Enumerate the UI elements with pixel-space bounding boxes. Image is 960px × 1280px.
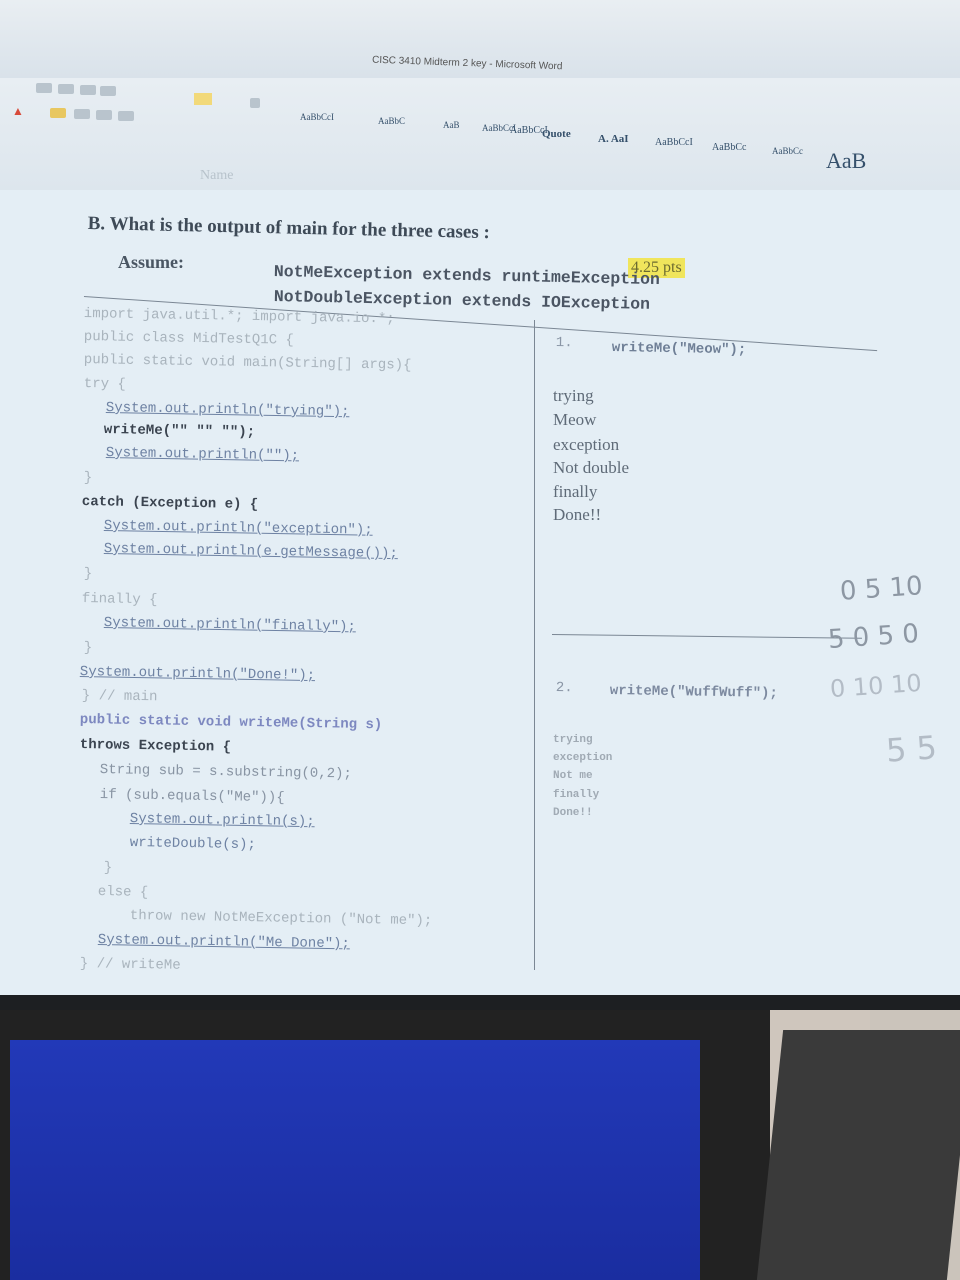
case-2-call: writeMe("WuffWuff"); xyxy=(609,683,779,702)
case-1-call: writeMe("Meow"); xyxy=(611,340,747,359)
style-no-spacing[interactable]: AaBbC xyxy=(378,116,405,126)
side-monitor xyxy=(756,1030,960,1280)
window-title: CISC 3410 Midterm 2 key - Microsoft Word xyxy=(371,54,563,73)
code-line: finally { xyxy=(81,591,158,609)
case-1-output-line: Done!! xyxy=(553,505,602,524)
handwritten-score: 5 0 5 0 xyxy=(827,618,920,656)
handwritten-score: 0 5 10 xyxy=(839,571,924,607)
style-strong[interactable]: AaBbCc xyxy=(772,146,803,156)
case-2-output-line: exception xyxy=(553,752,613,764)
ribbon xyxy=(0,78,960,191)
code-line: else { xyxy=(97,884,149,901)
style-subtle[interactable]: AaBbCcI xyxy=(655,137,693,148)
case-1-output-line: exception xyxy=(553,435,620,454)
redo-icon[interactable] xyxy=(58,84,74,94)
code-line: } xyxy=(103,860,113,877)
title-bar: CISC 3410 Midterm 2 key - Microsoft Word xyxy=(0,0,960,78)
case-2-output-line: Done!! xyxy=(553,807,593,819)
undo-icon[interactable] xyxy=(36,83,52,93)
repeat-icon[interactable] xyxy=(80,85,96,95)
case-1-number: 1. xyxy=(555,335,573,352)
highlight-color-icon[interactable] xyxy=(194,93,212,105)
case-2-output-line: finally xyxy=(553,789,600,801)
case-1-output-line: Not double xyxy=(553,458,630,477)
style-heading-1[interactable]: AaB xyxy=(443,120,460,130)
code-line: System.out.println(""); xyxy=(105,445,300,465)
code-line: System.out.println(s); xyxy=(129,811,315,831)
style-normal[interactable]: AaBbCcI xyxy=(300,112,334,122)
code-line: catch (Exception e) { xyxy=(81,494,259,514)
font-color-icon[interactable]: ▲ xyxy=(12,104,24,118)
style-heading-large[interactable]: AaB xyxy=(826,148,866,174)
code-line: } xyxy=(83,640,93,657)
copy-icon[interactable] xyxy=(100,86,116,96)
handwritten-score: 5 5 xyxy=(884,728,939,770)
table-column-divider xyxy=(534,320,535,970)
code-line: throws Exception { xyxy=(79,737,232,756)
align-left-icon[interactable] xyxy=(74,109,90,119)
code-line: writeMe("" "" ""); xyxy=(103,422,256,441)
code-line: } // writeMe xyxy=(79,956,181,974)
name-field: Name xyxy=(200,168,234,183)
case-1-output-line: Meow xyxy=(553,410,597,429)
code-line: try { xyxy=(83,376,127,393)
align-center-icon[interactable] xyxy=(96,110,112,120)
case-2-output-line: Not me xyxy=(553,770,593,782)
monitor-screen: CISC 3410 Midterm 2 key - Microsoft Word… xyxy=(0,0,960,995)
style-quote[interactable]: Quote xyxy=(542,128,571,140)
align-right-icon[interactable] xyxy=(118,111,134,121)
case-2-output-line: trying xyxy=(553,734,593,746)
case-1-output-line: trying xyxy=(553,386,594,405)
lower-monitor-screen xyxy=(10,1040,700,1280)
code-line: writeDouble(s); xyxy=(129,835,257,854)
code-line: } xyxy=(83,566,93,583)
assume-label: Assume: xyxy=(118,252,184,272)
pilcrow-icon[interactable] xyxy=(250,98,260,108)
style-list[interactable]: A. AaI xyxy=(598,133,629,145)
case-2-number: 2. xyxy=(555,680,573,697)
code-line: } // main xyxy=(81,688,158,706)
code-line: if (sub.equals("Me")){ xyxy=(99,787,285,807)
code-line: } xyxy=(83,470,93,487)
text-highlight-icon[interactable] xyxy=(50,108,66,118)
case-1-output-line: finally xyxy=(553,482,598,501)
style-emphasis[interactable]: AaBbCc xyxy=(712,142,746,153)
